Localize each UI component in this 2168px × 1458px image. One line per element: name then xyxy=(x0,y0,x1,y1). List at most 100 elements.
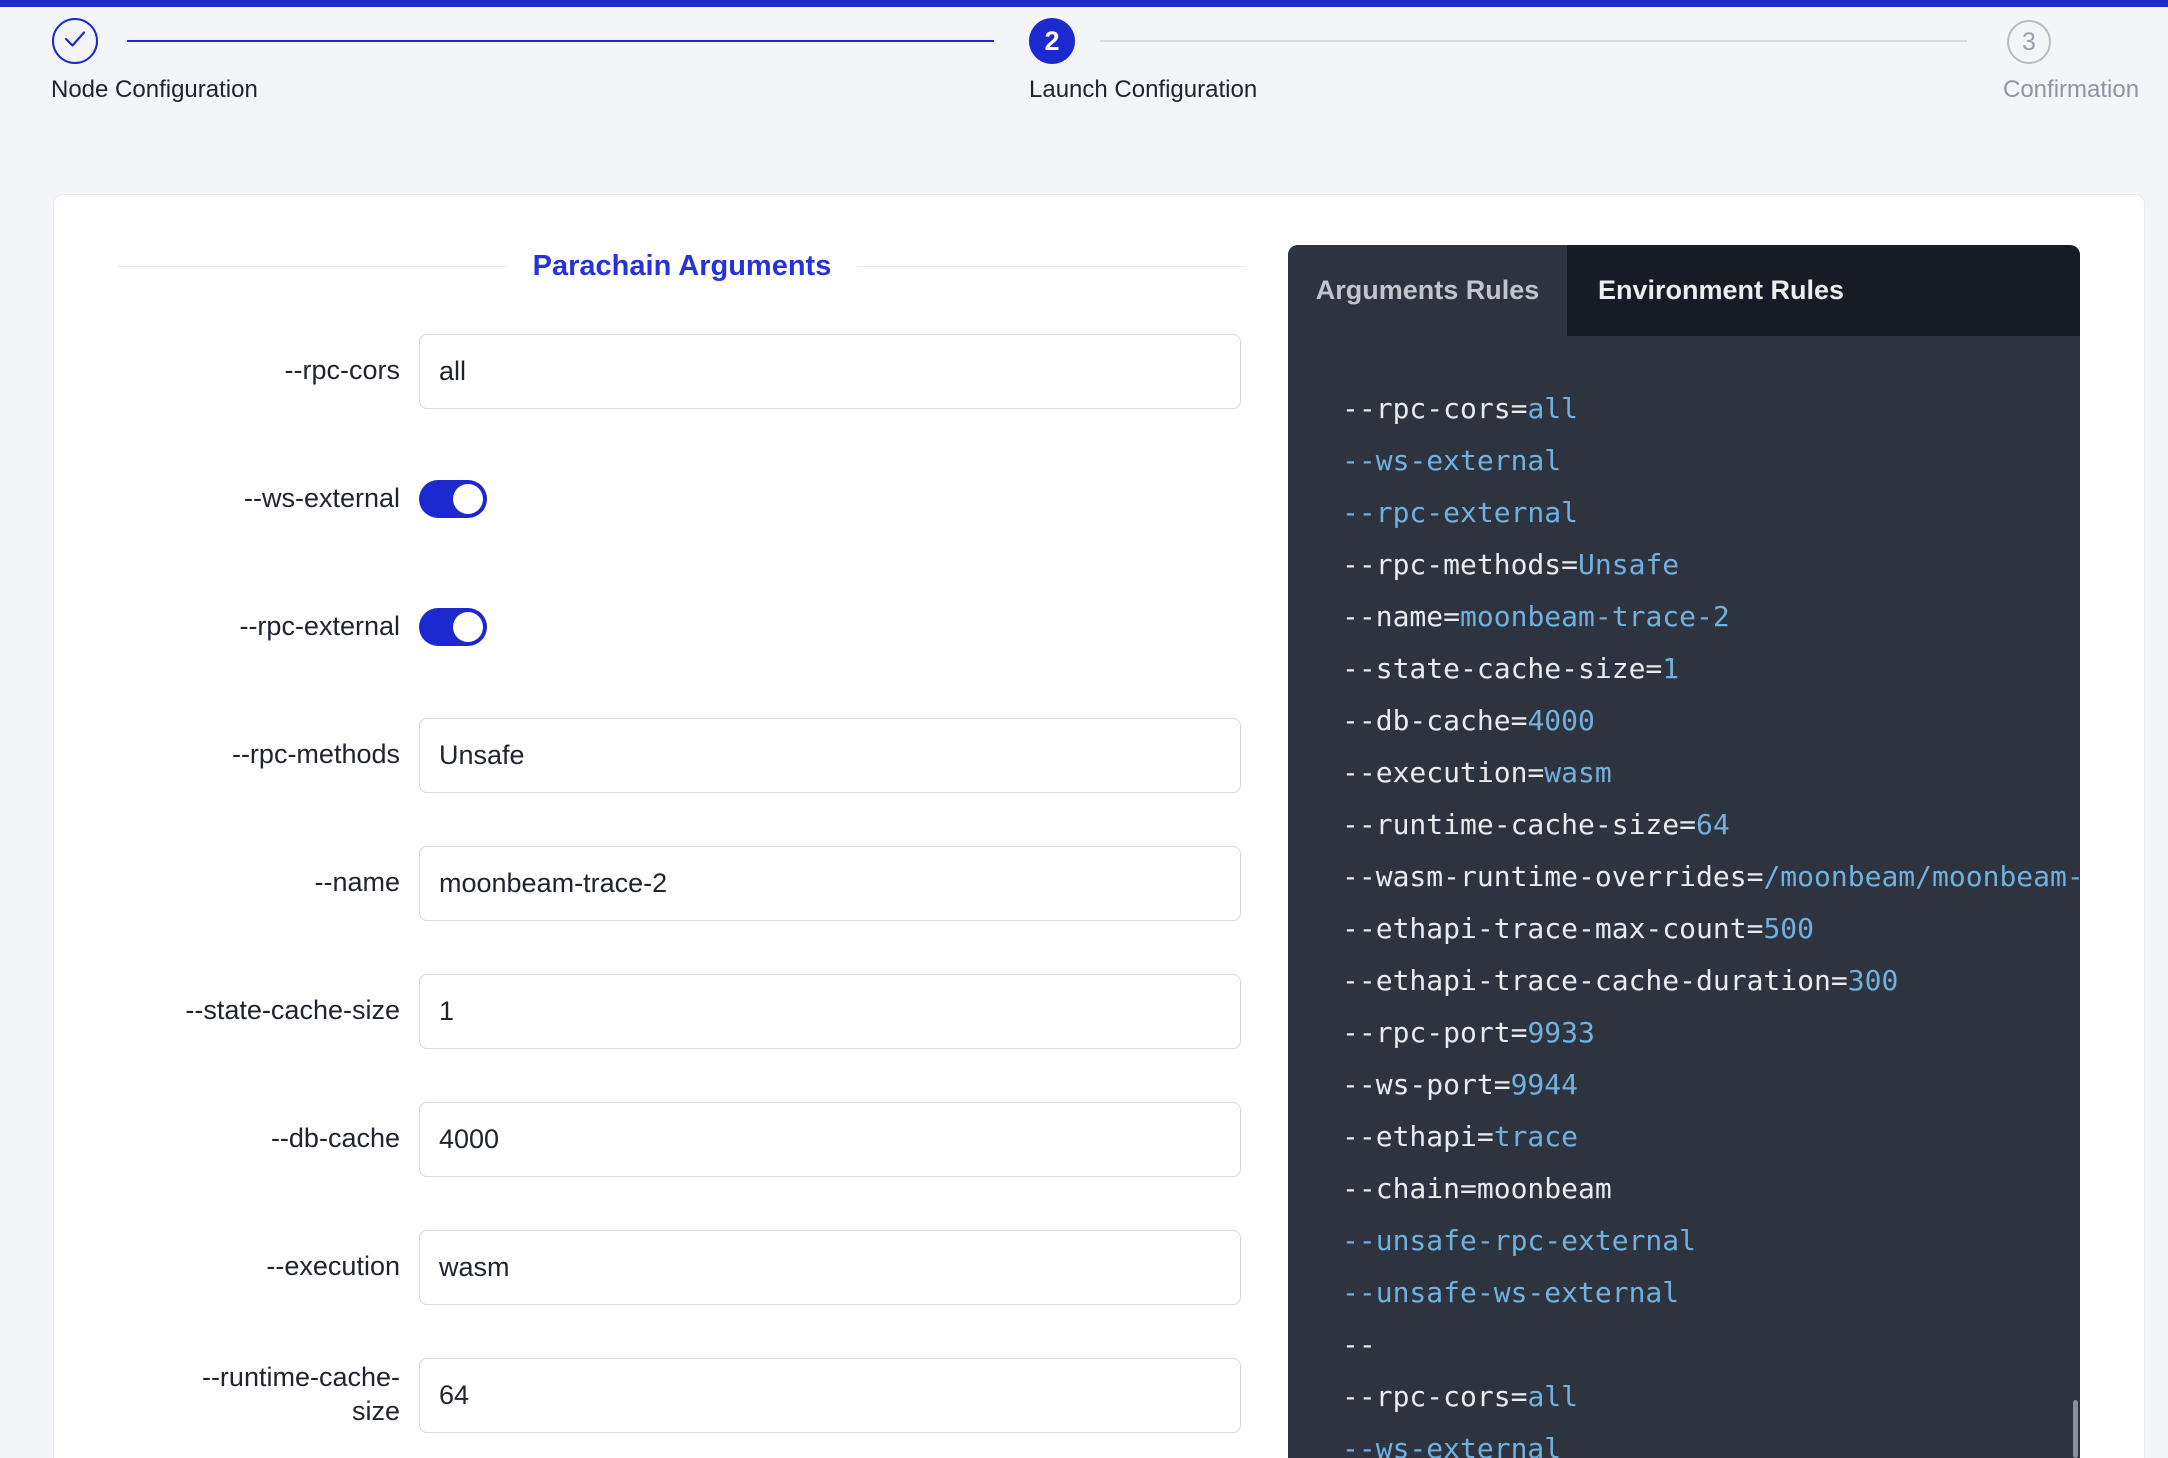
field-input-name[interactable] xyxy=(419,846,1241,921)
code-key: --ethapi-trace-max-count= xyxy=(1342,912,1763,945)
section-title: Parachain Arguments xyxy=(507,250,858,283)
field-input-rpc-methods[interactable] xyxy=(419,718,1241,793)
code-key: --rpc-methods= xyxy=(1342,548,1578,581)
check-icon xyxy=(63,29,87,54)
step-2-indicator[interactable]: 2 xyxy=(1029,18,1075,64)
code-key: --chain=moonbeam xyxy=(1342,1172,1612,1205)
panel-scrollbar[interactable] xyxy=(2073,1400,2078,1458)
code-value: --ws-external xyxy=(1342,1432,1561,1458)
field-input-rpc-cors[interactable] xyxy=(419,334,1241,409)
code-line: --wasm-runtime-overrides=/moonbeam/moonb… xyxy=(1342,851,2080,903)
code-line: --unsafe-rpc-external xyxy=(1342,1215,2080,1267)
parachain-arguments-form: --rpc-cors --ws-external --rpc-external --r… xyxy=(118,307,1241,1458)
section-title-row: Parachain Arguments xyxy=(118,250,1246,283)
toggle-ws-external[interactable] xyxy=(419,480,487,518)
top-accent-bar xyxy=(0,0,2168,7)
page: 2 3 Node Configuration Launch Configurat… xyxy=(0,0,2168,1458)
code-key: --rpc-port= xyxy=(1342,1016,1527,1049)
field-input-db-cache[interactable] xyxy=(419,1102,1241,1177)
field-label-runtime-cache-size: --runtime-cache-size xyxy=(118,1361,400,1429)
code-key: --runtime-cache-size= xyxy=(1342,808,1696,841)
code-line: --rpc-port=9933 xyxy=(1342,1007,2080,1059)
toggle-rpc-external[interactable] xyxy=(419,608,487,646)
form-row-rpc-external: --rpc-external xyxy=(118,563,1241,691)
form-row-db-cache: --db-cache xyxy=(118,1075,1241,1203)
code-value: /moonbeam/moonbeam- xyxy=(1763,860,2080,893)
field-label-rpc-cors: --rpc-cors xyxy=(118,354,400,388)
code-line: -- xyxy=(1342,1319,2080,1371)
code-line: --rpc-external xyxy=(1342,487,2080,539)
code-line: --name=moonbeam-trace-2 xyxy=(1342,591,2080,643)
code-value: 9933 xyxy=(1527,1016,1594,1049)
code-key: --rpc-cors= xyxy=(1342,1380,1527,1413)
code-key: --wasm-runtime-overrides= xyxy=(1342,860,1763,893)
title-divider-right xyxy=(857,266,1246,267)
tab-arguments-rules[interactable]: Arguments Rules xyxy=(1288,245,1567,336)
code-line: --rpc-cors=all xyxy=(1342,1371,2080,1423)
field-label-line: --runtime-cache- xyxy=(118,1361,400,1395)
field-input-state-cache-size[interactable] xyxy=(419,974,1241,1049)
code-key: --ws-port= xyxy=(1342,1068,1511,1101)
code-line: --runtime-cache-size=64 xyxy=(1342,799,2080,851)
code-line: --execution=wasm xyxy=(1342,747,2080,799)
code-value: 4000 xyxy=(1527,704,1594,737)
code-value: all xyxy=(1527,1380,1578,1413)
step-1-label: Node Configuration xyxy=(51,76,258,104)
code-value: 1 xyxy=(1662,652,1679,685)
step-3-label: Confirmation xyxy=(2003,76,2139,104)
code-line: --unsafe-ws-external xyxy=(1342,1267,2080,1319)
code-key: --db-cache= xyxy=(1342,704,1527,737)
code-value: all xyxy=(1527,392,1578,425)
code-key: --name= xyxy=(1342,600,1460,633)
step-2-label: Launch Configuration xyxy=(1029,76,1257,104)
code-value: --unsafe-rpc-external xyxy=(1342,1224,1696,1257)
toggle-knob xyxy=(453,612,483,642)
code-key: --ethapi= xyxy=(1342,1120,1494,1153)
stepper-connector-upcoming xyxy=(1100,40,1967,42)
code-line: --ethapi-trace-max-count=500 xyxy=(1342,903,2080,955)
code-value: moonbeam-trace-2 xyxy=(1460,600,1730,633)
form-row-rpc-cors: --rpc-cors xyxy=(118,307,1241,435)
code-key: --ethapi-trace-cache-duration= xyxy=(1342,964,1848,997)
arguments-rules-code: --rpc-cors=all--ws-external--rpc-externa… xyxy=(1288,336,2080,1458)
code-value: Unsafe xyxy=(1578,548,1679,581)
form-row-name: --name xyxy=(118,819,1241,947)
code-line: --state-cache-size=1 xyxy=(1342,643,2080,695)
field-label-line: size xyxy=(118,1395,400,1429)
tab-environment-rules[interactable]: Environment Rules xyxy=(1567,245,1875,336)
code-line: --rpc-methods=Unsafe xyxy=(1342,539,2080,591)
field-input-runtime-cache-size[interactable] xyxy=(419,1358,1241,1433)
code-line: --ws-external xyxy=(1342,435,2080,487)
code-value: trace xyxy=(1494,1120,1578,1153)
field-label-state-cache-size: --state-cache-size xyxy=(118,994,400,1028)
code-value: 500 xyxy=(1763,912,1814,945)
field-label-name: --name xyxy=(118,866,400,900)
step-1-indicator[interactable] xyxy=(52,18,98,64)
form-row-rpc-methods: --rpc-methods xyxy=(118,691,1241,819)
code-value: --rpc-external xyxy=(1342,496,1578,529)
code-value: wasm xyxy=(1544,756,1611,789)
form-row-execution: --execution xyxy=(118,1203,1241,1331)
form-row-ws-external: --ws-external xyxy=(118,435,1241,563)
step-3-indicator[interactable]: 3 xyxy=(2007,20,2051,64)
step-3-number: 3 xyxy=(2022,28,2036,57)
code-line: --ws-external xyxy=(1342,1423,2080,1458)
form-row-state-cache-size: --state-cache-size xyxy=(118,947,1241,1075)
field-label-rpc-methods: --rpc-methods xyxy=(118,738,400,772)
field-label-rpc-external: --rpc-external xyxy=(118,610,400,644)
code-line: --db-cache=4000 xyxy=(1342,695,2080,747)
form-row-runtime-cache-size: --runtime-cache-size xyxy=(118,1331,1241,1458)
code-key: -- xyxy=(1342,1328,1376,1361)
field-label-execution: --execution xyxy=(118,1250,400,1284)
code-line: --ethapi-trace-cache-duration=300 xyxy=(1342,955,2080,1007)
code-value: --unsafe-ws-external xyxy=(1342,1276,1679,1309)
code-key: --execution= xyxy=(1342,756,1544,789)
step-2-number: 2 xyxy=(1044,26,1059,57)
field-input-execution[interactable] xyxy=(419,1230,1241,1305)
field-label-ws-external: --ws-external xyxy=(118,482,400,516)
code-key: --state-cache-size= xyxy=(1342,652,1662,685)
code-value: 9944 xyxy=(1511,1068,1578,1101)
toggle-knob xyxy=(453,484,483,514)
code-value: 300 xyxy=(1848,964,1899,997)
code-line: --chain=moonbeam xyxy=(1342,1163,2080,1215)
